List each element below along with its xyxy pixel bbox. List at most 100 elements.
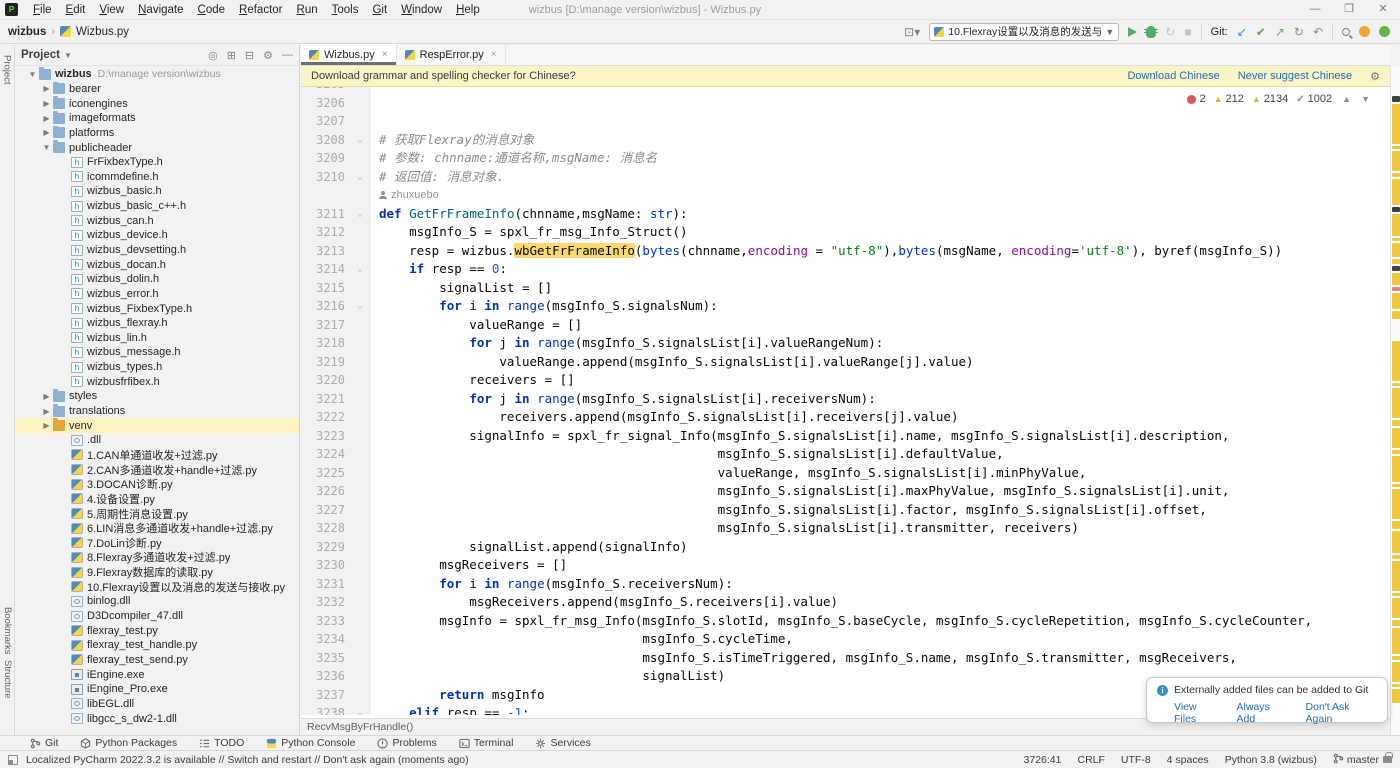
- code-line[interactable]: 3215 signalList = []: [301, 279, 1390, 298]
- line-number[interactable]: 3220: [301, 371, 345, 390]
- error-stripe-scrollbar[interactable]: [1390, 66, 1400, 735]
- tool-window-button-services[interactable]: Services: [535, 737, 590, 749]
- line-number[interactable]: 3206: [301, 94, 345, 113]
- line-number[interactable]: 3212: [301, 223, 345, 242]
- chevron-down-icon[interactable]: ▼: [64, 51, 72, 60]
- code-line[interactable]: 3214⌄ if resp == 0:: [301, 260, 1390, 279]
- code-line[interactable]: 3230 msgReceivers = []: [301, 556, 1390, 575]
- tree-item[interactable]: ▶imageformats: [15, 111, 299, 126]
- download-chinese-link[interactable]: Download Chinese: [1127, 70, 1219, 82]
- menu-item-navigate[interactable]: Navigate: [131, 0, 190, 20]
- fold-marker-icon[interactable]: ⌄: [353, 704, 367, 715]
- code-line[interactable]: 3213 resp = wizbus.wbGetFrFrameInfo(byte…: [301, 242, 1390, 261]
- tree-item[interactable]: hwizbus_lin.h: [15, 331, 299, 346]
- menu-item-file[interactable]: File: [26, 0, 59, 20]
- rollback-button[interactable]: ↶: [1313, 25, 1323, 39]
- line-number[interactable]: 3218: [301, 334, 345, 353]
- minimize-button[interactable]: —: [1298, 0, 1332, 19]
- code-line[interactable]: 3209# 参数: chnname:通道名称,msgName: 消息名: [301, 149, 1390, 168]
- tree-item[interactable]: hwizbus_dolin.h: [15, 272, 299, 287]
- git-push-button[interactable]: ↗: [1275, 25, 1285, 39]
- menu-item-git[interactable]: Git: [365, 0, 394, 20]
- line-number[interactable]: 3224: [301, 445, 345, 464]
- line-number[interactable]: 3235: [301, 649, 345, 668]
- line-number[interactable]: 3216: [301, 297, 345, 316]
- stop-button[interactable]: ■: [1184, 25, 1191, 39]
- tree-item[interactable]: ▶translations: [15, 404, 299, 419]
- tool-window-button-python-console[interactable]: Python Console: [266, 737, 355, 749]
- code-line[interactable]: 3216⌄ for i in range(msgInfo_S.signalsNu…: [301, 297, 1390, 316]
- line-number[interactable]: 3234: [301, 630, 345, 649]
- menu-item-run[interactable]: Run: [290, 0, 325, 20]
- code-line[interactable]: 3232 msgReceivers.append(msgInfo_S.recei…: [301, 593, 1390, 612]
- chevron-right-icon[interactable]: ▶: [41, 421, 52, 430]
- tab-resperror-py[interactable]: RespError.py×: [397, 44, 506, 65]
- close-button[interactable]: ✕: [1366, 0, 1400, 19]
- fold-marker-icon[interactable]: ⌄: [353, 168, 367, 187]
- code-line[interactable]: 3211⌄def GetFrFrameInfo(chnname,msgName:…: [301, 205, 1390, 224]
- tool-window-button-terminal[interactable]: Terminal: [459, 737, 514, 749]
- tree-item[interactable]: 1.CAN单通道收发+过滤.py: [15, 448, 299, 463]
- maximize-button[interactable]: ❐: [1332, 0, 1366, 19]
- tree-item[interactable]: hwizbus_types.h: [15, 360, 299, 375]
- tree-item[interactable]: hwizbusfrfibex.h: [15, 374, 299, 389]
- code-line[interactable]: 3219 valueRange.append(msgInfo_S.signals…: [301, 353, 1390, 372]
- fold-marker-icon[interactable]: ⌄: [353, 260, 367, 279]
- line-number[interactable]: 3236: [301, 667, 345, 686]
- tool-strip-bookmarks[interactable]: Bookmarks: [2, 607, 13, 655]
- git-commit-button[interactable]: ✔: [1256, 25, 1266, 39]
- tool-window-button-python-packages[interactable]: Python Packages: [80, 737, 177, 749]
- chevron-right-icon[interactable]: ▶: [41, 84, 52, 93]
- tree-item[interactable]: ▶bearer: [15, 82, 299, 97]
- search-everywhere-icon[interactable]: [1342, 28, 1350, 36]
- tree-item[interactable]: 10.Flexray设置以及消息的发送与接收.py: [15, 579, 299, 594]
- code-line[interactable]: 3208⌄# 获取Flexray的消息对象: [301, 131, 1390, 150]
- settings-gear-icon[interactable]: ⚙: [263, 49, 273, 62]
- line-number[interactable]: 3225: [301, 464, 345, 483]
- code-line[interactable]: 3210⌄# 返回值: 消息对象.: [301, 168, 1390, 187]
- tree-item[interactable]: iEngine.exe: [15, 667, 299, 682]
- status-item-crlf[interactable]: CRLF: [1077, 754, 1104, 766]
- tree-item[interactable]: libEGL.dll: [15, 697, 299, 712]
- tool-strip-structure[interactable]: Structure: [2, 660, 13, 699]
- tree-item[interactable]: hwizbus_message.h: [15, 345, 299, 360]
- tree-item[interactable]: hwizbus_device.h: [15, 228, 299, 243]
- prev-problem-icon[interactable]: ▲: [1342, 94, 1351, 104]
- tab-wizbus-py[interactable]: Wizbus.py×: [301, 44, 397, 65]
- code-line[interactable]: 3223 signalInfo = spxl_fr_signal_Info(ms…: [301, 427, 1390, 446]
- chevron-right-icon[interactable]: ▶: [41, 99, 52, 108]
- git-update-button[interactable]: ↙: [1237, 25, 1247, 39]
- build-icon[interactable]: ⊡▾: [904, 25, 920, 39]
- chevron-down-icon[interactable]: ▼: [41, 143, 52, 152]
- line-number[interactable]: 3221: [301, 390, 345, 409]
- tree-item[interactable]: flexray_test.py: [15, 623, 299, 638]
- line-number[interactable]: 3214: [301, 260, 345, 279]
- expand-all-icon[interactable]: ⊞: [227, 49, 236, 62]
- line-number[interactable]: 3210: [301, 168, 345, 187]
- code-author-annotation[interactable]: zhuxuebo: [379, 186, 1390, 205]
- code-line[interactable]: 3212 msgInfo_S = spxl_fr_msg_Info_Struct…: [301, 223, 1390, 242]
- chevron-right-icon[interactable]: ▶: [41, 407, 52, 416]
- menu-item-help[interactable]: Help: [449, 0, 487, 20]
- tree-item[interactable]: flexray_test_send.py: [15, 653, 299, 668]
- tree-item[interactable]: .dll: [15, 433, 299, 448]
- code-line[interactable]: 3227 msgInfo_S.signalsList[i].factor, ms…: [301, 501, 1390, 520]
- line-number[interactable]: 3232: [301, 593, 345, 612]
- line-number[interactable]: 3207: [301, 112, 345, 131]
- code-line[interactable]: 3231 for i in range(msgInfo_S.receiversN…: [301, 575, 1390, 594]
- code-line[interactable]: 3228 msgInfo_S.signalsList[i].transmitte…: [301, 519, 1390, 538]
- view-files-link[interactable]: View Files: [1174, 701, 1221, 725]
- hide-panel-icon[interactable]: —: [282, 49, 293, 62]
- ide-notification-icon[interactable]: [1359, 26, 1370, 37]
- menu-item-code[interactable]: Code: [191, 0, 233, 20]
- line-number[interactable]: 3217: [301, 316, 345, 335]
- chevron-down-icon[interactable]: ▼: [27, 70, 38, 79]
- tree-item[interactable]: iEngine_Pro.exe: [15, 682, 299, 697]
- menu-item-window[interactable]: Window: [394, 0, 449, 20]
- menu-item-view[interactable]: View: [92, 0, 131, 20]
- tree-item[interactable]: hFrFixbexType.h: [15, 155, 299, 170]
- status-item-3726-41[interactable]: 3726:41: [1024, 754, 1062, 766]
- line-number[interactable]: 3222: [301, 408, 345, 427]
- next-problem-icon[interactable]: ▼: [1361, 94, 1370, 104]
- close-icon[interactable]: ×: [382, 49, 388, 60]
